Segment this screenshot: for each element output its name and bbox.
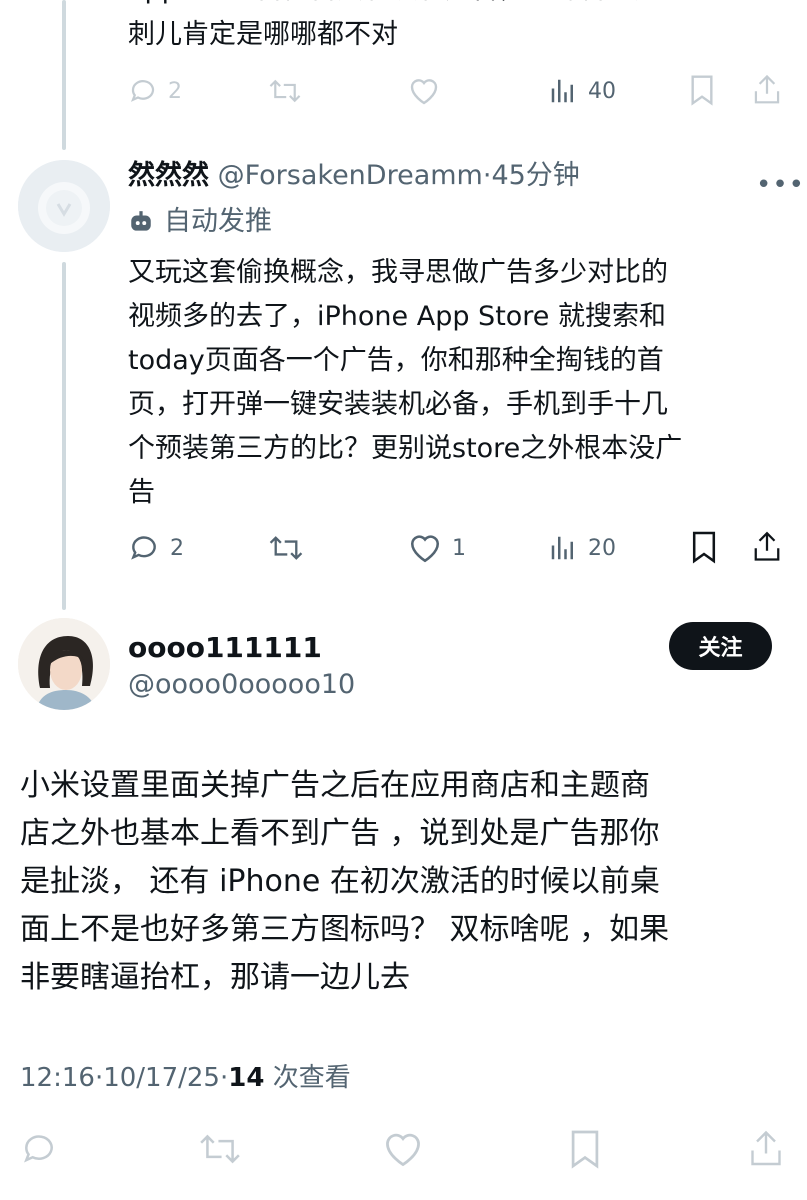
prev-views-button[interactable]: 40 [548, 76, 616, 106]
main-text-line: 店之外也基本上看不到广告 ，说到处是广告那你 [20, 816, 660, 851]
main-post-text: 小米设置里面关掉广告之后在应用商店和主题商 店之外也基本上看不到广告 ，说到处是… [20, 762, 790, 1002]
post-time[interactable]: 12:16 [20, 1063, 95, 1093]
prev-reply-partial-text-top: appstore 百宫百页有没有广告，一部智能见去挑 [128, 0, 715, 12]
prev-retweet-button[interactable] [268, 76, 302, 106]
reply-text-line: 又玩这套偷换概念，我寻思做广告多少对比的 [128, 257, 668, 288]
post-views-label: 次查看 [272, 1063, 351, 1093]
heart-icon [410, 79, 438, 105]
separator-dot: · [219, 1063, 229, 1093]
prev-reply-partial-text: 刺儿肯定是哪哪都不对 [128, 19, 398, 50]
main-text-line: 小米设置里面关掉广告之后在应用商店和主题商 [20, 768, 650, 803]
prev-reply-button[interactable]: 2 [128, 76, 182, 106]
reply-display-name[interactable]: 然然然 [128, 160, 209, 191]
views-icon [551, 79, 573, 103]
avatar-photo-icon [18, 618, 110, 710]
reply-retweet-button[interactable] [268, 532, 304, 564]
reply-header: 然然然 @ForsakenDreamm·45分钟 [128, 156, 580, 196]
reply-like-count: 1 [452, 535, 466, 561]
reply-text-line: 视频多的去了，iPhone App Store 就搜索和 [128, 301, 666, 332]
bot-icon [131, 211, 151, 231]
reply-handle[interactable]: @ForsakenDreamm [218, 160, 483, 191]
post-views-count[interactable]: 14 [228, 1063, 264, 1093]
reply-icon [24, 1135, 53, 1163]
reply-reply-button[interactable]: 2 [128, 532, 184, 564]
main-text-line: 面上不是也好多第三方图标吗？ 双标啥呢 ，如果 [20, 912, 670, 947]
reply-text-line: today页面各一个广告，你和那种全掏钱的首 [128, 345, 664, 376]
post-meta: 12:16·10/17/25·14 次查看 [20, 1058, 351, 1098]
main-text-line: 非要瞎逼抬杠，那请一边儿去 [20, 960, 410, 995]
main-bookmark-button[interactable] [568, 1128, 602, 1170]
post-date[interactable]: 10/17/25 [103, 1063, 220, 1093]
reply-icon [131, 536, 156, 560]
views-icon [551, 536, 573, 560]
share-icon [754, 531, 780, 561]
reply-text: 又玩这套偷换概念，我寻思做广告多少对比的 视频多的去了，iPhone App S… [128, 251, 788, 515]
heart-icon [386, 1133, 420, 1167]
reply-time[interactable]: 45分钟 [491, 160, 579, 191]
prev-bookmark-button[interactable] [688, 74, 716, 106]
main-retweet-button[interactable] [198, 1130, 242, 1168]
avatar-image-icon [18, 160, 110, 252]
main-avatar[interactable] [18, 618, 110, 710]
retweet-icon [200, 1134, 240, 1164]
heart-icon [410, 535, 440, 563]
share-icon [751, 1130, 781, 1166]
main-share-button[interactable] [748, 1128, 784, 1170]
separator-dot: · [94, 1063, 104, 1093]
share-icon [754, 74, 780, 104]
retweet-icon [269, 536, 303, 560]
thread-line [62, 0, 66, 150]
reply-views-count: 20 [588, 535, 616, 561]
reply-like-button[interactable]: 1 [408, 532, 466, 564]
reply-icon [130, 80, 155, 102]
bot-label-row: 自动发推 [128, 202, 272, 242]
thread-line [62, 262, 66, 610]
main-display-name[interactable]: oooo111111 [128, 628, 322, 668]
follow-button[interactable]: 关注 [669, 622, 772, 670]
retweet-icon [269, 79, 301, 103]
reply-text-line: 个预装第三方的比？更别说store之外根本没广 [128, 433, 683, 464]
prev-views-count: 40 [588, 78, 616, 104]
main-handle[interactable]: @oooo0ooooo10 [128, 665, 355, 705]
reply-text-line: 告 [128, 477, 155, 508]
main-text-line: 是扯淡， 还有 iPhone 在初次激活的时候以前桌 [20, 864, 660, 899]
reply-bookmark-button[interactable] [690, 530, 718, 564]
bot-label: 自动发推 [164, 206, 272, 237]
bookmark-icon [571, 1130, 599, 1169]
reply-text-line: 页，打开弹一键安装装机必备，手机到手十几 [128, 389, 668, 420]
reply-reply-count: 2 [170, 535, 184, 561]
reply-share-button[interactable] [752, 530, 782, 564]
reply-avatar[interactable] [18, 160, 110, 252]
prev-like-button[interactable] [408, 76, 440, 106]
prev-share-button[interactable] [752, 74, 782, 106]
reply-views-button[interactable]: 20 [548, 532, 616, 564]
more-options-icon[interactable]: ••• [756, 170, 805, 200]
main-like-button[interactable] [382, 1130, 424, 1168]
bookmark-icon [692, 531, 716, 564]
bookmark-icon [691, 75, 713, 106]
main-reply-button[interactable] [20, 1130, 58, 1168]
prev-reply-count: 2 [168, 78, 182, 104]
